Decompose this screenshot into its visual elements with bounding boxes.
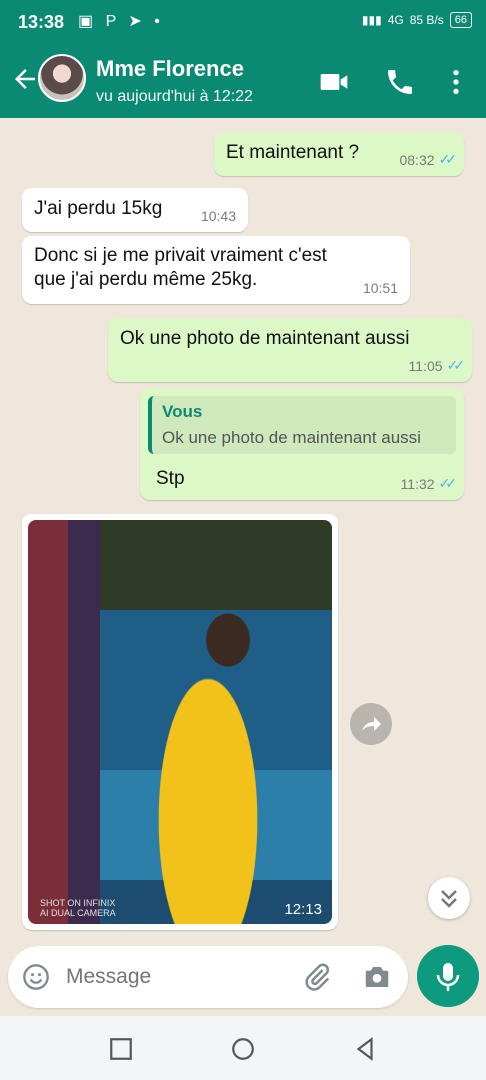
message-text: Donc si je me privait vraiment c'est que… <box>34 244 327 292</box>
photo-time: 12:13 <box>284 901 322 918</box>
forward-icon[interactable] <box>350 703 392 745</box>
phone-icon[interactable] <box>384 66 416 98</box>
emoji-icon[interactable] <box>22 963 50 991</box>
status-bar: 13:38 ▣ P ➤ • ▮▮▮ 4G 85 B/s 66 <box>0 0 486 42</box>
mic-icon[interactable] <box>417 945 479 1007</box>
attach-icon[interactable] <box>302 962 332 992</box>
status-notification-icons: ▣ P ➤ • <box>78 13 164 30</box>
double-check-icon: ✓✓ <box>438 475 458 491</box>
message-outgoing[interactable]: Ok une photo de maintenant aussi 11:05 ✓… <box>108 318 472 382</box>
message-text: J'ai perdu 15kg <box>34 198 163 219</box>
photo-image[interactable]: SHOT ON INFINIX AI DUAL CAMERA 12:13 <box>28 520 332 924</box>
message-meta: 10:51 <box>363 280 398 296</box>
quoted-reply[interactable]: Vous Ok une photo de maintenant aussi <box>148 396 456 454</box>
video-call-icon[interactable] <box>318 66 350 98</box>
message-meta: 11:05 ✓✓ <box>408 357 466 374</box>
message-meta: 11:32 ✓✓ <box>400 475 458 492</box>
message-text: Stp <box>156 468 185 489</box>
watermark-line: AI DUAL CAMERA <box>40 908 116 918</box>
message-composer <box>8 946 408 1008</box>
more-vert-icon[interactable] <box>440 66 472 98</box>
message-time: 11:32 <box>400 475 435 492</box>
chat-header: 13:38 ▣ P ➤ • ▮▮▮ 4G 85 B/s 66 Mme Flore… <box>0 0 486 118</box>
chevron-down-icon[interactable] <box>428 877 470 919</box>
message-time: 08:32 <box>399 151 435 168</box>
contact-name[interactable]: Mme Florence <box>96 56 244 82</box>
back-arrow-icon[interactable] <box>10 64 40 94</box>
recents-icon[interactable] <box>108 1036 134 1062</box>
message-meta: 08:32 ✓✓ <box>399 151 458 168</box>
message-line: Donc si je me privait vraiment c'est <box>34 245 327 266</box>
message-meta: 10:43 <box>201 208 236 224</box>
system-nav-bar <box>0 1016 486 1080</box>
message-outgoing-reply[interactable]: Vous Ok une photo de maintenant aussi St… <box>140 388 464 500</box>
message-incoming[interactable]: Donc si je me privait vraiment c'est que… <box>22 236 410 304</box>
battery-icon: 66 <box>449 12 472 28</box>
app-bar: Mme Florence vu aujourd'hui à 12:22 <box>0 42 486 118</box>
double-check-icon: ✓✓ <box>446 357 466 373</box>
reply-text: Ok une photo de maintenant aussi <box>162 428 421 447</box>
message-text: Et maintenant ? <box>226 142 360 163</box>
avatar[interactable] <box>38 54 86 102</box>
status-right: ▮▮▮ 4G 85 B/s 66 <box>362 12 472 28</box>
last-seen: vu aujourd'hui à 12:22 <box>96 88 253 105</box>
net-speed: 85 B/s <box>409 13 444 27</box>
message-outgoing[interactable]: Et maintenant ? 08:32 ✓✓ <box>214 132 464 176</box>
photo-watermark: SHOT ON INFINIX AI DUAL CAMERA <box>40 898 116 918</box>
message-input[interactable] <box>64 964 288 990</box>
reply-author: Vous <box>162 402 203 421</box>
network-type: 4G <box>387 13 404 27</box>
message-time: 11:05 <box>408 357 443 374</box>
home-icon[interactable] <box>230 1036 256 1062</box>
double-check-icon: ✓✓ <box>438 151 458 167</box>
signal-icon: ▮▮▮ <box>361 13 382 27</box>
message-time: 10:51 <box>362 280 398 296</box>
message-time: 10:43 <box>200 208 236 224</box>
camera-icon[interactable] <box>362 962 392 992</box>
watermark-line: SHOT ON INFINIX <box>40 898 116 908</box>
message-line: que j'ai perdu même 25kg. <box>34 269 258 290</box>
message-text: Ok une photo de maintenant aussi <box>120 328 410 349</box>
back-nav-icon[interactable] <box>352 1036 378 1062</box>
message-incoming[interactable]: J'ai perdu 15kg 10:43 <box>22 188 248 232</box>
status-time: 13:38 <box>18 12 65 32</box>
